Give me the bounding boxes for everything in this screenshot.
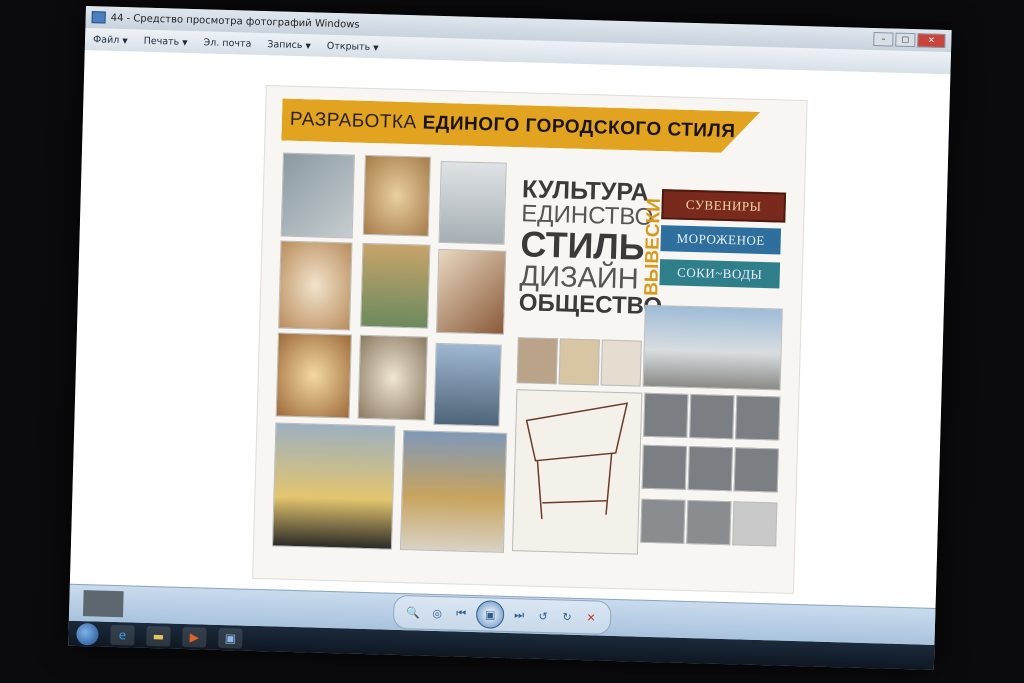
photo-viewer-taskbar-icon[interactable]: ▣: [218, 627, 243, 649]
chevron-down-icon: ▼: [373, 43, 379, 52]
photo-tile: [643, 392, 689, 438]
menu-file-label: Файл: [92, 33, 120, 46]
word-society: ОБЩЕСТВО: [518, 289, 663, 321]
internet-explorer-icon[interactable]: e: [110, 624, 135, 646]
photo-tile: [600, 339, 642, 387]
photo-tile: [689, 394, 735, 440]
photo-tile: [278, 240, 353, 331]
menu-print-label: Печать: [143, 35, 180, 48]
photo-tile: [516, 337, 558, 385]
photo-viewer-icon: [91, 11, 106, 24]
sign-ice-cream: МОРОЖЕНОЕ: [660, 225, 782, 255]
menu-burn[interactable]: Запись ▼: [267, 39, 311, 51]
photo-tile: [732, 501, 778, 547]
menu-print[interactable]: Печать ▼: [144, 35, 188, 47]
photo-tile: [362, 154, 431, 237]
window-controls: – □ ✕: [873, 32, 946, 49]
banner-bold-text: ЕДИНОГО ГОРОДСКОГО СТИЛЯ: [422, 112, 736, 143]
poster-image: РАЗРАБОТКА ЕДИНОГО ГОРОДСКОГО СТИЛЯ КУЛЬ…: [252, 85, 808, 594]
photo-tile: [271, 422, 396, 550]
sketch-tile: [511, 389, 643, 555]
delete-icon[interactable]: ✕: [582, 608, 600, 626]
photo-tile: [687, 446, 733, 492]
window-title: 44 - Средство просмотра фотографий Windo…: [110, 12, 360, 31]
photo-tile: [438, 160, 507, 245]
menu-open-label: Открыть: [326, 40, 371, 53]
menu-file[interactable]: Файл ▼: [93, 34, 128, 46]
photo-tile: [436, 248, 507, 335]
photo-tile: [733, 447, 779, 493]
photo-tile: [280, 152, 355, 239]
poster-banner: РАЗРАБОТКА ЕДИНОГО ГОРОДСКОГО СТИЛЯ: [281, 99, 760, 154]
fit-icon[interactable]: ◎: [428, 604, 446, 622]
menu-email-label: Эл. почта: [203, 36, 252, 50]
menu-burn-label: Запись: [267, 38, 303, 51]
photo-tile: [735, 395, 781, 441]
viewer-controls: 🔍 ◎ ⏮ ▣ ⏭ ↺ ↻ ✕: [392, 594, 612, 635]
minimize-button[interactable]: –: [873, 32, 894, 47]
photo-tile: [275, 332, 352, 419]
next-icon[interactable]: ⏭: [510, 606, 528, 624]
banner-light-text: РАЗРАБОТКА: [289, 108, 417, 134]
photo-tile: [357, 334, 428, 421]
photo-tile: [641, 444, 687, 490]
poster-words: КУЛЬТУРА ЕДИНСТВО СТИЛЬ ДИЗАЙН ОБЩЕСТВО: [518, 175, 663, 321]
slideshow-icon[interactable]: ▣: [475, 600, 505, 629]
photo-tile: [686, 499, 732, 546]
photo-tile: [558, 338, 600, 386]
sketch-drawing: [525, 402, 629, 519]
folder-icon[interactable]: ▬: [146, 625, 171, 647]
image-viewport: РАЗРАБОТКА ЕДИНОГО ГОРОДСКОГО СТИЛЯ КУЛЬ…: [69, 49, 951, 608]
chevron-down-icon: ▼: [182, 38, 188, 47]
sign-juice: СОКИ~ВОДЫ: [659, 259, 781, 289]
magnifier-icon[interactable]: 🔍: [404, 603, 422, 621]
menu-email[interactable]: Эл. почта: [203, 37, 251, 49]
photo-tile: [640, 498, 686, 544]
previous-icon[interactable]: ⏮: [452, 604, 470, 622]
photo-tile: [433, 342, 502, 427]
close-button[interactable]: ✕: [917, 33, 946, 49]
media-player-icon[interactable]: ▶: [182, 626, 207, 648]
photo-tile: [360, 242, 431, 329]
sign-souvenirs: СУВЕНИРЫ: [661, 189, 787, 223]
thumbnail: [82, 590, 124, 618]
photo-tile: [642, 304, 783, 391]
chevron-down-icon: ▼: [122, 36, 128, 45]
rotate-left-icon[interactable]: ↺: [534, 607, 552, 625]
photo-tile: [399, 430, 508, 553]
rotate-right-icon[interactable]: ↻: [558, 607, 576, 625]
menu-open[interactable]: Открыть ▼: [327, 40, 379, 52]
start-button[interactable]: [76, 622, 99, 646]
monitor-screen: 44 - Средство просмотра фотографий Windo…: [68, 6, 952, 670]
chevron-down-icon: ▼: [305, 41, 311, 50]
maximize-button[interactable]: □: [895, 32, 916, 48]
